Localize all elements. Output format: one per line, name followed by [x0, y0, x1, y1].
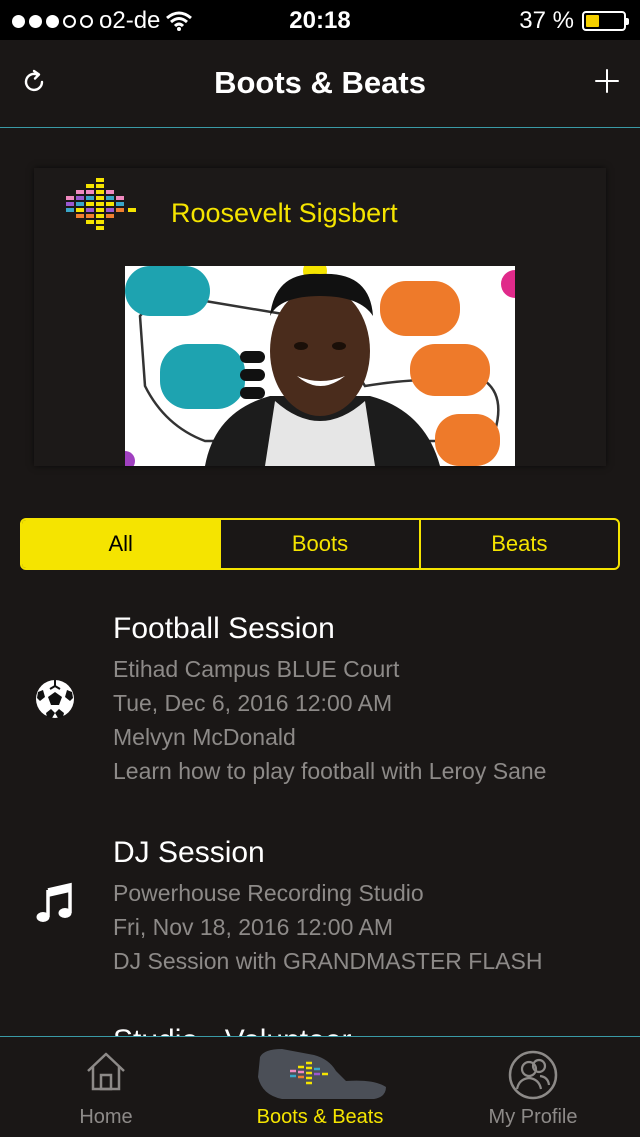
session-description: Learn how to play football with Leroy Sa… — [113, 758, 547, 784]
filter-boots-button[interactable]: Boots — [219, 520, 418, 568]
tab-label: My Profile — [488, 1106, 578, 1128]
plus-icon[interactable] — [594, 68, 620, 94]
session-title: Football Session — [113, 612, 335, 645]
equalizer-logo-icon — [66, 178, 136, 230]
tab-bar: Home Boots & Beats My Profile — [0, 1036, 640, 1137]
house-icon — [87, 1052, 125, 1091]
session-date: Tue, Dec 6, 2016 12:00 AM — [113, 690, 393, 716]
battery-icon — [582, 11, 629, 31]
session-item-football[interactable]: Football Session Etihad Campus BLUE Cour… — [0, 590, 640, 800]
tab-boots-and-beats[interactable]: Boots & Beats — [240, 1037, 400, 1137]
profile-name: Roosevelt Sigsbert — [171, 198, 398, 228]
filter-all-button[interactable]: All — [22, 520, 220, 568]
tab-my-profile[interactable]: My Profile — [470, 1037, 596, 1137]
session-item-studio[interactable]: Studio - Volunteer — [0, 1014, 640, 1036]
session-location: Etihad Campus BLUE Court — [113, 656, 400, 682]
session-title: Studio - Volunteer — [113, 1024, 352, 1036]
session-list: Football Session Etihad Campus BLUE Cour… — [0, 590, 640, 1036]
session-filter: All Boots Beats — [20, 518, 620, 570]
football-boot-icon — [258, 1049, 386, 1099]
filter-beats-button[interactable]: Beats — [418, 520, 618, 568]
session-location: Powerhouse Recording Studio — [113, 880, 424, 906]
status-bar: o2-de 20:18 37 % — [0, 0, 640, 40]
tab-home[interactable]: Home — [50, 1037, 162, 1137]
session-title: DJ Session — [113, 836, 265, 869]
session-date: Fri, Nov 18, 2016 12:00 AM — [113, 914, 393, 940]
navigation-bar: Boots & Beats — [0, 40, 640, 128]
page-title: Boots & Beats — [214, 65, 426, 100]
battery-status: 37 % — [519, 7, 629, 35]
tab-label: Home — [79, 1106, 133, 1128]
session-item-dj[interactable]: DJ Session Powerhouse Recording Studio F… — [0, 814, 640, 1004]
session-description: DJ Session with GRANDMASTER FLASH — [113, 948, 543, 974]
profile-icon — [508, 1050, 558, 1100]
tab-label: Boots & Beats — [256, 1106, 384, 1128]
profile-photo — [125, 266, 515, 466]
music-note-icon — [36, 882, 72, 922]
football-icon — [36, 680, 74, 718]
profile-card[interactable]: Roosevelt Sigsbert — [34, 168, 606, 466]
session-host: Melvyn McDonald — [113, 724, 296, 750]
battery-percent: 37 % — [519, 7, 574, 34]
